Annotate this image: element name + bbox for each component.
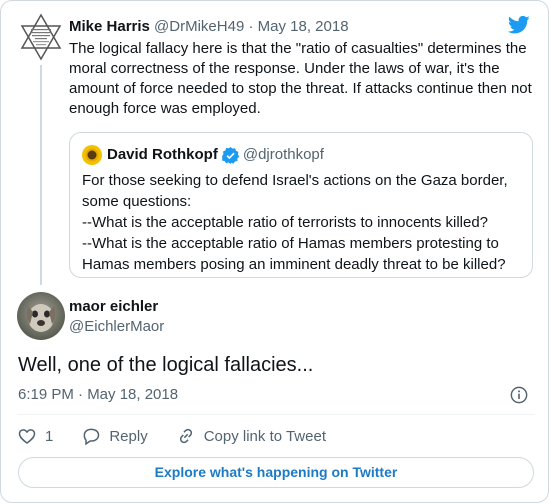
quoted-author-handle: @djrothkopf — [242, 146, 324, 163]
parent-author-avatar[interactable] — [17, 13, 65, 61]
quoted-text-line: For those seeking to defend Israel's act… — [82, 172, 508, 189]
copy-link-label: Copy link to Tweet — [203, 427, 326, 445]
quoted-text-line: --What is the acceptable ratio of terror… — [82, 214, 489, 231]
like-button[interactable]: 1 — [17, 426, 53, 446]
quoted-author-name: David Rothkopf — [107, 146, 218, 163]
explore-twitter-button[interactable]: Explore what's happening on Twitter — [18, 457, 534, 488]
main-author-name[interactable]: maor eichler — [69, 297, 158, 317]
quoted-text-line: Hamas members posing an imminent deadly … — [82, 256, 506, 273]
reply-bubble-icon — [83, 428, 100, 446]
dog-photo-avatar — [17, 292, 65, 340]
tweet-timestamp[interactable]: 6:19 PM · May 18, 2018 — [18, 385, 178, 405]
parent-tweet-header: Mike Harris @DrMikeH49 · May 18, 2018 — [69, 17, 349, 37]
info-icon[interactable] — [510, 386, 528, 404]
reply-label: Reply — [109, 427, 148, 445]
tweet-actions-bar: 1 Reply Copy link to Tweet — [17, 425, 354, 447]
divider — [17, 414, 535, 415]
parent-tweet-date[interactable]: May 18, 2018 — [258, 18, 349, 35]
star-of-david-avatar — [17, 13, 65, 61]
verified-badge-icon — [221, 146, 239, 164]
twitter-bird-icon[interactable] — [508, 15, 530, 35]
quoted-tweet-header: David Rothkopf @djrothkopf — [82, 145, 324, 165]
quoted-tweet-text: For those seeking to defend Israel's act… — [82, 170, 522, 275]
header-separator: · — [248, 18, 254, 35]
parent-author-name[interactable]: Mike Harris — [69, 18, 150, 35]
main-tweet-text: Well, one of the logical fallacies... — [18, 354, 314, 376]
like-count: 1 — [45, 427, 54, 445]
copy-link-button[interactable]: Copy link to Tweet — [176, 426, 326, 446]
reply-button[interactable]: Reply — [81, 426, 148, 446]
main-author-avatar[interactable] — [17, 292, 65, 340]
parent-author-handle[interactable]: @DrMikeH49 — [154, 18, 244, 35]
link-icon — [179, 428, 192, 444]
thread-connector-line — [40, 65, 42, 285]
quoted-text-line: some questions: — [82, 193, 192, 210]
quoted-text-line: --What is the acceptable ratio of Hamas … — [82, 235, 499, 252]
main-author-handle[interactable]: @EichlerMaor — [69, 317, 164, 337]
embedded-tweet-card: Mike Harris @DrMikeH49 · May 18, 2018 Th… — [0, 0, 549, 503]
sunflower-avatar — [82, 145, 102, 165]
heart-icon — [18, 429, 36, 445]
quoted-tweet[interactable]: David Rothkopf @djrothkopf For those see… — [69, 132, 533, 278]
parent-tweet-text: The logical fallacy here is that the "ra… — [69, 40, 532, 117]
